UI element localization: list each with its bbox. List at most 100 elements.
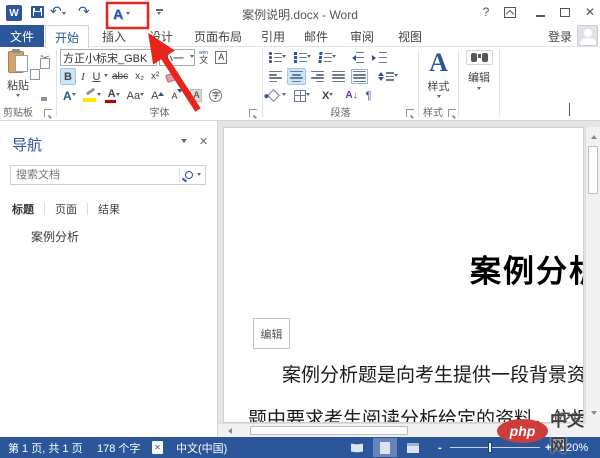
font-color-dropdown-icon — [115, 93, 120, 98]
font-size-combo[interactable] — [159, 49, 195, 66]
search-dropdown-icon[interactable] — [197, 172, 201, 178]
underline-dropdown-icon[interactable] — [104, 74, 108, 79]
close-button[interactable]: ✕ — [580, 4, 600, 20]
sort-button[interactable]: A↓ — [342, 87, 360, 104]
editing-button[interactable]: 编辑 — [463, 50, 495, 92]
paragraph-dialog-launcher[interactable] — [406, 109, 414, 117]
help-icon: ? — [482, 5, 490, 19]
borders-dropdown-icon — [306, 93, 310, 98]
underline-button[interactable]: U — [90, 68, 103, 85]
align-center-button[interactable] — [287, 68, 306, 85]
binoculars-icon — [470, 53, 488, 62]
search-icon[interactable] — [185, 171, 193, 179]
multilevel-list-button[interactable] — [316, 49, 339, 66]
font-dialog-launcher[interactable] — [249, 109, 257, 117]
indent-lines-icon — [379, 52, 387, 63]
tab-view[interactable]: 视图 — [388, 25, 432, 47]
font-name-input[interactable] — [61, 50, 152, 65]
proofing-status[interactable]: ✕ — [152, 437, 163, 458]
show-marks-button[interactable]: ¶ — [363, 87, 375, 104]
subscript-button[interactable]: x₂ — [132, 68, 147, 85]
horizontal-scroll-thumb[interactable] — [250, 426, 408, 435]
ribbon-display-options-button[interactable] — [500, 4, 520, 20]
tab-references[interactable]: 引用 — [253, 25, 293, 47]
asian-layout-button[interactable]: X — [319, 87, 336, 104]
italic-button[interactable]: I — [77, 68, 89, 85]
tab-review[interactable]: 审阅 — [340, 25, 384, 47]
phonetic-guide-button[interactable]: wén 文 — [197, 49, 210, 66]
nav-tab-headings[interactable]: 标题 — [12, 201, 34, 217]
nav-close-button[interactable]: ✕ — [199, 135, 208, 148]
editing-group: 编辑 — [459, 47, 499, 120]
bullets-button[interactable] — [266, 49, 289, 66]
font-size-dropdown-icon[interactable] — [190, 55, 194, 60]
grow-font-button[interactable]: A — [148, 87, 167, 104]
content-control-edit-tag[interactable]: 编辑 — [253, 318, 290, 349]
page-indicator[interactable]: 第 1 页, 共 1 页 — [8, 437, 83, 458]
zoom-out-button[interactable]: - — [438, 437, 442, 458]
tab-design[interactable]: 设计 — [139, 25, 183, 47]
decrease-indent-button[interactable] — [346, 49, 367, 66]
user-avatar[interactable] — [577, 25, 598, 46]
read-mode-button[interactable] — [345, 438, 369, 457]
word-count[interactable]: 178 个字 — [97, 437, 140, 458]
nav-heading-item[interactable]: 案例分析 — [27, 227, 203, 245]
tab-page-layout[interactable]: 页面布局 — [186, 25, 250, 47]
scroll-up-button[interactable] — [586, 129, 600, 142]
font-name-combo[interactable] — [60, 49, 157, 66]
sign-in-link[interactable]: 登录 — [548, 25, 572, 47]
line-spacing-button[interactable] — [375, 68, 401, 85]
zoom-slider-thumb[interactable] — [488, 442, 492, 453]
bold-button[interactable]: B — [60, 68, 76, 85]
styles-dialog-launcher[interactable] — [448, 109, 456, 117]
clear-formatting-button[interactable] — [163, 68, 182, 85]
character-shading-button[interactable]: A — [187, 87, 205, 104]
tab-mailings[interactable]: 邮件 — [296, 25, 336, 47]
scroll-left-button[interactable] — [222, 424, 235, 437]
font-name-dropdown-icon[interactable] — [152, 55, 156, 60]
increase-indent-button[interactable] — [369, 49, 390, 66]
shrink-font-button[interactable]: A — [168, 87, 186, 104]
text-effects-button[interactable]: A — [60, 87, 79, 104]
character-border-button[interactable]: A — [212, 49, 230, 66]
borders-button[interactable] — [291, 87, 313, 104]
vertical-scroll-thumb[interactable] — [588, 146, 598, 194]
document-page[interactable]: 案例分析 编辑 案例分析题是向考生提供一段背景资 题中要求考生阅读分析给定的资料… — [223, 127, 584, 423]
web-layout-button[interactable] — [401, 438, 425, 457]
vertical-scrollbar[interactable] — [585, 127, 600, 423]
print-layout-button[interactable] — [373, 438, 397, 457]
tab-home[interactable]: 开始 — [45, 25, 89, 48]
tab-file[interactable]: 文件 — [0, 25, 44, 47]
text-effects-dropdown-icon — [71, 93, 76, 98]
font-color-button[interactable]: A — [104, 87, 123, 104]
paragraph-mark-icon: ¶ — [365, 89, 372, 102]
change-case-button[interactable]: Aa — [124, 87, 147, 104]
language-indicator[interactable]: 中文(中国) — [176, 437, 227, 458]
align-right-button[interactable] — [308, 68, 327, 85]
highlight-color-button[interactable] — [80, 87, 104, 104]
maximize-button[interactable] — [555, 4, 575, 20]
nav-tab-results[interactable]: 结果 — [98, 201, 120, 217]
font-size-input[interactable] — [160, 50, 190, 65]
shading-button[interactable] — [266, 87, 289, 104]
align-left-button[interactable] — [266, 68, 285, 85]
bullets-icon — [269, 52, 282, 63]
nav-options-dropdown[interactable] — [181, 139, 187, 146]
enclose-characters-button[interactable]: 字 — [206, 87, 225, 104]
paste-dropdown-icon[interactable] — [16, 94, 20, 99]
tab-insert[interactable]: 插入 — [92, 25, 136, 47]
superscript-button[interactable]: x² — [148, 68, 162, 85]
collapse-ribbon-button[interactable] — [569, 103, 570, 116]
distributed-button[interactable] — [350, 68, 369, 85]
minimize-button[interactable] — [530, 4, 550, 20]
search-input[interactable] — [11, 169, 179, 181]
character-border-icon: A — [215, 51, 228, 64]
strikethrough-button[interactable]: abc — [109, 68, 131, 85]
styles-button[interactable]: A 样式 — [421, 50, 456, 106]
nav-tab-pages[interactable]: 页面 — [55, 201, 77, 217]
justify-button[interactable] — [329, 68, 348, 85]
help-button[interactable]: ? — [476, 4, 496, 20]
numbering-button[interactable] — [291, 49, 314, 66]
clipboard-dialog-launcher[interactable] — [44, 109, 52, 117]
search-box[interactable] — [10, 165, 206, 185]
